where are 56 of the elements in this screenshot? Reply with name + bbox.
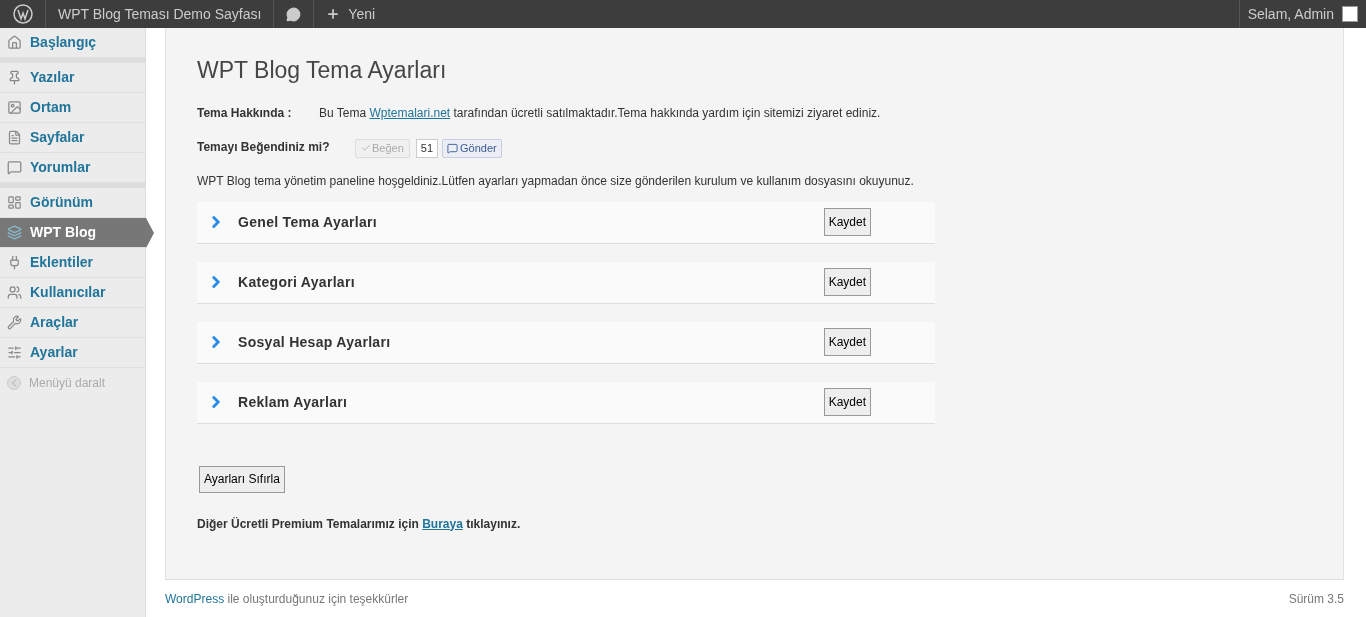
wordpress-link[interactable]: WordPress <box>165 591 225 606</box>
save-button[interactable]: Kaydet <box>823 268 871 296</box>
reset-settings-button[interactable]: Ayarları Sıfırla <box>199 465 285 493</box>
premium-text: Diğer Ücretli Premium Temalarımız için Buraya tıklayınız. <box>197 515 522 533</box>
page-title: WPT Blog Tema Ayarları <box>197 56 448 85</box>
comments-icon[interactable] <box>286 6 302 22</box>
layers-icon <box>7 225 22 240</box>
version-text: Sürüm 3.5 <box>1288 590 1344 608</box>
sidebar-item[interactable]: Ortam <box>0 93 145 123</box>
welcome-text: WPT Blog tema yönetim paneline hoşgeldiniz.Lütfen ayarları yapmadan önce size gönderilen kurulum ve kullanım dosyasını okuyunuz. <box>197 172 915 190</box>
section-title: Reklam Ayarları <box>238 392 349 412</box>
new-label: Yeni <box>348 4 376 24</box>
new-menu[interactable]: Yeni <box>314 0 388 28</box>
about-label: Tema Hakkında : <box>197 104 293 122</box>
sidebar-item[interactable]: Sayfalar <box>0 123 145 153</box>
like-count: 51 <box>415 138 439 158</box>
section-title: Genel Tema Ayarları <box>238 212 379 232</box>
save-button[interactable]: Kaydet <box>823 328 871 356</box>
section-title: Sosyal Hesap Ayarları <box>238 332 392 352</box>
sidebar-item[interactable]: Eklentiler <box>0 248 145 278</box>
layout-icon <box>7 195 22 210</box>
settings-icon <box>7 345 22 360</box>
pin-icon <box>7 70 22 85</box>
media-icon <box>7 100 22 115</box>
send-button[interactable]: Gönder <box>442 138 502 158</box>
about-text: Bu Tema Wptemalari.net tarafından ücretli satılmaktadır.Tema hakkında yardım için sitemizi ziyaret ediniz. <box>319 104 881 122</box>
speech-bubble-icon <box>7 160 22 175</box>
wordpress-logo-icon[interactable] <box>12 4 33 24</box>
section-title: Kategori Ayarları <box>238 272 356 292</box>
sidebar-item[interactable]: Ayarlar <box>0 338 145 368</box>
settings-section[interactable]: Reklam Ayarları Kaydet <box>197 381 935 424</box>
plug-icon <box>7 255 22 270</box>
sidebar-item[interactable]: Yorumlar <box>0 153 145 183</box>
settings-section[interactable]: Genel Tema Ayarları Kaydet <box>197 201 935 244</box>
house-icon <box>7 35 22 50</box>
sidebar-item[interactable]: Başlangıç <box>0 28 145 58</box>
plus-icon <box>326 7 341 21</box>
sidebar-item[interactable]: Kullanıcılar <box>0 278 145 308</box>
avatar[interactable] <box>1342 6 1358 22</box>
tools-icon <box>7 315 22 330</box>
wptemalari-link[interactable]: Wptemalari.net <box>369 105 451 120</box>
greeting-text[interactable]: Selam, Admin <box>1247 3 1334 25</box>
check-icon <box>361 143 371 153</box>
settings-section[interactable]: Kategori Ayarları Kaydet <box>197 261 935 304</box>
users-icon <box>7 285 22 300</box>
save-button[interactable]: Kaydet <box>823 208 871 236</box>
settings-section[interactable]: Sosyal Hesap Ayarları Kaydet <box>197 321 935 364</box>
sidebar-item[interactable]: Yazılar <box>0 63 145 93</box>
buraya-link[interactable]: Buraya <box>422 516 463 531</box>
speech-bubble-icon <box>447 142 459 154</box>
pages-icon <box>7 130 22 145</box>
save-button[interactable]: Kaydet <box>823 388 871 416</box>
footer-text: WordPress ile oluşturduğunuz için teşekkürler <box>165 590 409 608</box>
sidebar-item[interactable]: Araçlar <box>0 308 145 338</box>
current-pointer-icon <box>146 218 154 248</box>
like-question: Temayı Beğendiniz mi? <box>197 138 331 156</box>
